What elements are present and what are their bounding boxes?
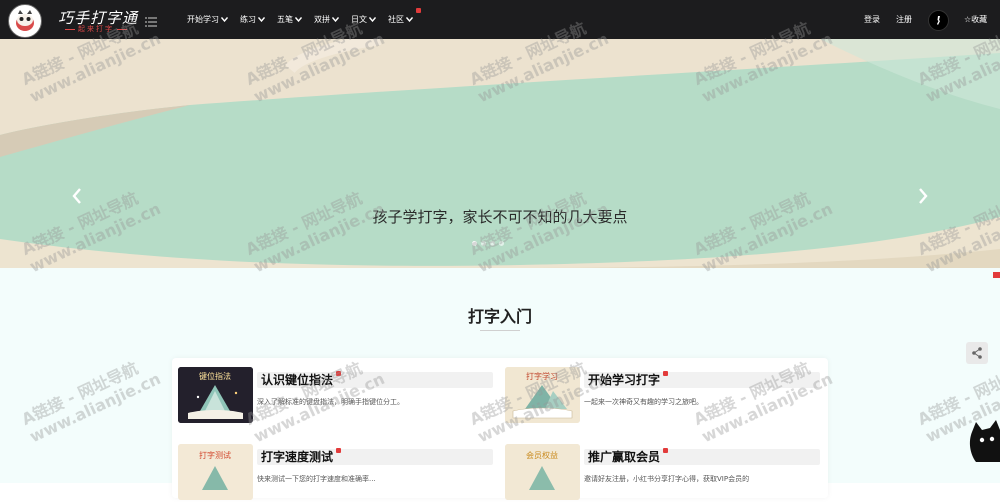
card-image-text: 键位指法 — [199, 371, 231, 381]
card-panel: 键位指法 认识键位指法 深入了解标准的键盘指法，明确手指键位分工。 打字学习 开… — [172, 358, 828, 500]
carousel-dots — [472, 241, 508, 246]
nav-item-label: 练习 — [240, 15, 256, 24]
card-title[interactable]: 推广赢取会员 — [588, 448, 669, 465]
logo-icon[interactable] — [8, 4, 42, 38]
chevron-down-icon — [221, 17, 228, 22]
register-link[interactable]: 注册 — [896, 0, 912, 39]
hero-carousel[interactable]: 孩子学打字，家长不可不知的几大要点 — [0, 39, 1000, 268]
hot-badge-icon — [663, 448, 669, 453]
nav-item-wubi[interactable]: 五笔 — [277, 14, 302, 25]
nav-item-label: 五笔 — [277, 15, 293, 24]
nav-item-label: 双拼 — [314, 15, 330, 24]
card-title[interactable]: 开始学习打字 — [588, 371, 669, 388]
chevron-down-icon — [295, 17, 302, 22]
nav-item-label: 开始学习 — [187, 15, 219, 24]
card-keyboard-fingering[interactable]: 键位指法 认识键位指法 深入了解标准的键盘指法，明确手指键位分工。 — [172, 367, 493, 425]
card-image[interactable]: 键位指法 — [178, 367, 253, 423]
chevron-left-icon — [72, 188, 81, 204]
card-title[interactable]: 认识键位指法 — [261, 371, 342, 388]
carousel-dot[interactable] — [481, 241, 486, 246]
banner-title[interactable]: 孩子学打字，家长不可不知的几大要点 — [0, 206, 1000, 227]
hot-badge-icon — [663, 371, 669, 376]
nav-item-practice[interactable]: 练习 — [240, 14, 265, 25]
card-header: 打字速度测试 — [257, 448, 493, 465]
card-title-text: 认识键位指法 — [261, 373, 334, 387]
menu-icon[interactable] — [145, 13, 157, 27]
main-nav: 开始学习 练习 五笔 双拼 日文 社区 — [187, 0, 425, 39]
banner-background — [0, 39, 1000, 268]
card-title[interactable]: 打字速度测试 — [261, 448, 342, 465]
chevron-down-icon — [258, 17, 265, 22]
nav-item-community[interactable]: 社区 — [388, 8, 421, 25]
hot-badge-icon — [336, 448, 342, 453]
new-badge-icon — [416, 8, 421, 13]
carousel-next-button[interactable] — [916, 187, 930, 205]
login-link[interactable]: 登录 — [864, 0, 880, 39]
card-promote-vip[interactable]: 会员权益 推广赢取会员 邀请好友注册，小红书分享打字心得，获取VIP会员的 — [499, 444, 820, 502]
cat-icon[interactable] — [968, 418, 1000, 462]
share-button[interactable] — [966, 342, 988, 364]
card-description: 深入了解标准的键盘指法，明确手指键位分工。 — [257, 398, 404, 406]
card-image-text: 打字学习 — [526, 371, 558, 381]
card-image[interactable]: 会员权益 — [505, 444, 580, 500]
card-image-text: 打字测试 — [199, 450, 231, 460]
card-header: 开始学习打字 — [584, 371, 820, 388]
corner-badge-icon — [993, 272, 1000, 278]
carousel-dot[interactable] — [490, 241, 495, 246]
card-speed-test[interactable]: 打字测试 打字速度测试 快来测试一下您的打字速度和准确率... — [172, 444, 493, 502]
card-image-text: 会员权益 — [526, 450, 558, 460]
card-title-text: 推广赢取会员 — [588, 450, 661, 464]
carousel-dot[interactable] — [499, 241, 504, 246]
typing-intro-section: 打字入门 键位指法 认识键位指法 深入了解标准的键盘指法，明确手指键位分工。 打… — [0, 268, 1000, 500]
nav-item-label: 日文 — [351, 15, 367, 24]
nav-item-shuangpin[interactable]: 双拼 — [314, 14, 339, 25]
card-title-text: 打字速度测试 — [261, 450, 334, 464]
chevron-down-icon — [369, 17, 376, 22]
hot-badge-icon — [336, 371, 342, 376]
logo-subtitle: 起来打字 — [62, 24, 130, 34]
chevron-down-icon — [332, 17, 339, 22]
card-header: 认识键位指法 — [257, 371, 493, 388]
carousel-dot[interactable] — [472, 241, 477, 246]
card-title-text: 开始学习打字 — [588, 373, 661, 387]
card-start-learning[interactable]: 打字学习 开始学习打字 一起来一次神奇又有趣的学习之旅吧。 — [499, 367, 820, 425]
chevron-down-icon — [406, 17, 413, 22]
section-title: 打字入门 — [467, 307, 532, 326]
top-navbar: 巧手打字通 起来打字 开始学习 练习 五笔 双拼 日文 社区 登录 注册 ☆收藏 — [0, 0, 1000, 39]
chevron-right-icon — [919, 188, 928, 204]
nav-item-start-learning[interactable]: 开始学习 — [187, 14, 228, 25]
avatar-icon[interactable] — [928, 10, 949, 31]
nav-item-japanese[interactable]: 日文 — [351, 14, 376, 25]
carousel-prev-button[interactable] — [70, 187, 84, 205]
card-image[interactable]: 打字测试 — [178, 444, 253, 500]
favorite-link[interactable]: ☆收藏 — [964, 0, 987, 39]
section-divider — [480, 330, 520, 331]
card-image[interactable]: 打字学习 — [505, 367, 580, 423]
nav-item-label: 社区 — [388, 15, 404, 24]
share-icon — [972, 347, 982, 359]
card-description: 一起来一次神奇又有趣的学习之旅吧。 — [584, 398, 703, 406]
card-header: 推广赢取会员 — [584, 448, 820, 465]
